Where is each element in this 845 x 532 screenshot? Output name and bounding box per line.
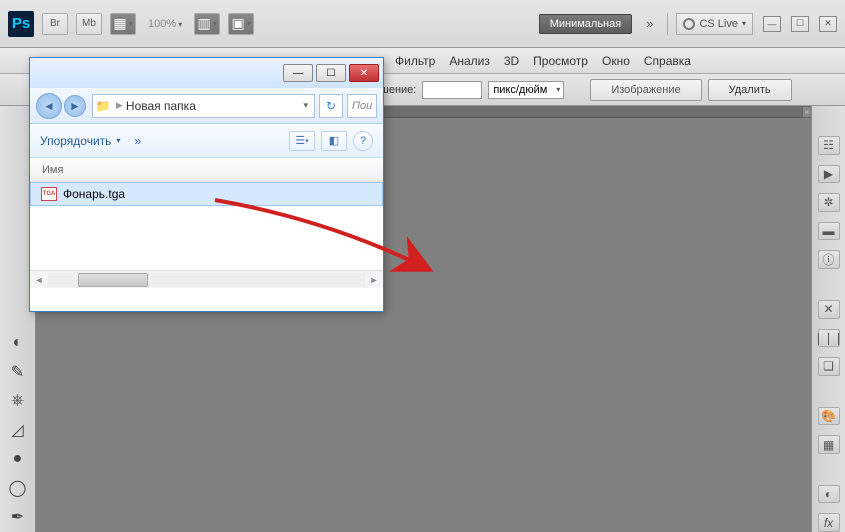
tool-blur[interactable]: ● <box>5 447 31 472</box>
explorer-maximize-button[interactable]: ☐ <box>316 64 346 82</box>
menu-filter[interactable]: Фильтр <box>395 54 435 68</box>
scroll-track[interactable] <box>48 273 365 287</box>
app-top-bar: Ps Br Mb ▦ 100% ▥ ▣ Минимальная » CS Liv… <box>0 0 845 48</box>
menu-3d[interactable]: 3D <box>504 54 519 68</box>
file-explorer-window: — ☐ ✕ ◄ ► 📁 ▶ Новая папка ▾ ↻ Пои Упоряд… <box>29 57 384 312</box>
help-button[interactable]: ? <box>353 131 373 151</box>
column-header-name[interactable]: Имя <box>30 158 383 182</box>
panel-clone-source-icon[interactable]: ❏ <box>818 357 840 376</box>
workspace-selector[interactable]: Минимальная <box>539 14 633 34</box>
cs-live-button[interactable]: CS Live ▾ <box>676 13 753 35</box>
panel-histogram-icon[interactable]: ▬ <box>818 222 840 241</box>
photoshop-logo: Ps <box>8 11 34 37</box>
resolution-input[interactable] <box>422 81 482 99</box>
address-bar[interactable]: 📁 ▶ Новая папка ▾ <box>92 94 315 118</box>
refresh-button[interactable]: ↻ <box>319 94 343 118</box>
panel-info-icon[interactable]: ⓘ <box>818 250 840 269</box>
tga-file-icon: TGA <box>41 187 57 201</box>
panel-actions-icon[interactable]: ▶ <box>818 165 840 184</box>
window-maximize-button[interactable]: ☐ <box>791 16 809 32</box>
window-minimize-button[interactable]: — <box>763 16 781 32</box>
tool-dodge[interactable]: ◯ <box>5 476 31 501</box>
file-name-label: Фонарь.tga <box>63 187 125 201</box>
delete-button[interactable]: Удалить <box>708 79 792 101</box>
menu-view[interactable]: Просмотр <box>533 54 588 68</box>
explorer-close-button[interactable]: ✕ <box>349 64 379 82</box>
breadcrumb-folder[interactable]: Новая папка <box>126 99 204 113</box>
workspace-more-icon[interactable]: » <box>640 16 659 31</box>
arrange-button[interactable]: Упорядочить <box>40 134 120 148</box>
toolbar-more-icon[interactable] <box>120 134 141 148</box>
scroll-left-icon[interactable]: ◄ <box>30 275 48 285</box>
zoom-level[interactable]: 100% <box>144 18 186 30</box>
explorer-minimize-button[interactable]: — <box>283 64 313 82</box>
tool-clone-stamp[interactable]: ⎈ <box>5 388 31 413</box>
view-mode-button[interactable]: ☰▾ <box>289 131 315 151</box>
panel-brush-icon[interactable]: ❘❘❘ <box>818 329 840 348</box>
panel-styles-icon[interactable]: fx <box>818 513 840 532</box>
panel-properties-icon[interactable]: ✲ <box>818 193 840 212</box>
right-panel-dock: ☷ ▶ ✲ ▬ ⓘ ✕ ❘❘❘ ❏ 🎨 ▦ ◐ fx <box>811 106 845 532</box>
breadcrumb-separator-icon: ▶ <box>113 100 126 111</box>
resolution-unit-select[interactable]: пикс/дюйм <box>488 81 564 99</box>
image-button[interactable]: Изображение <box>590 79 701 101</box>
arrange-docs-button[interactable]: ▥ <box>194 13 220 35</box>
menu-help[interactable]: Справка <box>644 54 691 68</box>
resolution-label: шение: <box>380 84 416 96</box>
nav-forward-button[interactable]: ► <box>64 95 86 117</box>
menu-window[interactable]: Окно <box>602 54 630 68</box>
minibridge-button[interactable]: Mb <box>76 13 102 35</box>
tool-brush[interactable]: ✎ <box>5 359 31 384</box>
panel-history-icon[interactable]: ☷ <box>818 136 840 155</box>
tool-eraser[interactable]: ◿ <box>5 417 31 442</box>
explorer-toolbar: Упорядочить ☰▾ ◧ ? <box>30 124 383 158</box>
panel-swatches-icon[interactable]: ▦ <box>818 435 840 454</box>
scroll-thumb[interactable] <box>78 273 148 287</box>
panel-tools-presets-icon[interactable]: ✕ <box>818 300 840 319</box>
window-close-button[interactable]: ✕ <box>819 16 837 32</box>
cs-live-icon <box>683 18 695 30</box>
address-dropdown-icon[interactable]: ▾ <box>297 100 314 111</box>
panel-adjustments-icon[interactable]: ◐ <box>818 485 840 504</box>
horizontal-scrollbar[interactable]: ◄ ► <box>30 270 383 288</box>
explorer-nav-bar: ◄ ► 📁 ▶ Новая папка ▾ ↻ Пои <box>30 88 383 124</box>
file-list: TGA Фонарь.tga <box>30 182 383 270</box>
menu-analysis[interactable]: Анализ <box>449 54 490 68</box>
screen-mode-button[interactable]: ▦ <box>110 13 136 35</box>
file-item[interactable]: TGA Фонарь.tga <box>30 182 383 206</box>
explorer-titlebar[interactable]: — ☐ ✕ <box>30 58 383 88</box>
search-input[interactable]: Пои <box>347 94 377 118</box>
scroll-right-icon[interactable]: ► <box>365 275 383 285</box>
extras-button[interactable]: ▣ <box>228 13 254 35</box>
nav-back-button[interactable]: ◄ <box>36 93 62 119</box>
folder-icon: 📁 <box>93 99 113 113</box>
tool-pen[interactable]: ✒ <box>5 505 31 530</box>
cs-live-label: CS Live <box>699 18 738 30</box>
bridge-button[interactable]: Br <box>42 13 68 35</box>
panel-color-icon[interactable]: 🎨 <box>818 407 840 426</box>
tool-spot-healing[interactable]: ◐ <box>5 330 31 355</box>
preview-pane-button[interactable]: ◧ <box>321 131 347 151</box>
